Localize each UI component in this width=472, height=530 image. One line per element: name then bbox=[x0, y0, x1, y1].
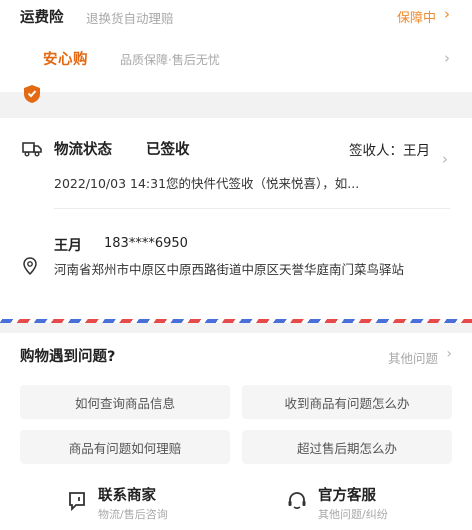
question-button[interactable]: 如何查询商品信息 bbox=[20, 385, 230, 419]
merchant-chat-icon bbox=[69, 492, 85, 512]
insurance-status: 保障中 bbox=[396, 11, 436, 26]
shield-icon bbox=[24, 85, 40, 103]
contact-merchant-button[interactable]: 联系商家 物流/售后咨询 bbox=[60, 481, 210, 525]
insurance-card: 运费险 退换货自动理赔 保障中 › 安心购 品质保障·售后无忧 › bbox=[0, 0, 472, 103]
logistics-title: 物流状态 bbox=[54, 142, 112, 158]
question-button[interactable]: 收到商品有问题怎么办 bbox=[242, 385, 452, 419]
contact-merchant-title: 联系商家 bbox=[98, 488, 156, 504]
help-card: 购物遇到问题? 其他问题 › 如何查询商品信息 收到商品有问题怎么办 商品有问题… bbox=[0, 333, 472, 530]
question-button[interactable]: 商品有问题如何理赔 bbox=[20, 430, 230, 464]
location-pin-icon bbox=[23, 257, 37, 275]
logistics-row[interactable]: 物流状态 已签收 签收人：王月 › 2022/10/03 14:31您的快件代签… bbox=[0, 118, 472, 208]
help-title: 购物遇到问题? bbox=[20, 349, 116, 365]
airmail-border bbox=[0, 319, 472, 323]
anxingou-row[interactable]: 安心购 品质保障·售后无忧 › bbox=[0, 36, 472, 103]
official-service-title: 官方客服 bbox=[318, 488, 376, 504]
receiver-label: 签收人：王月 bbox=[349, 143, 430, 159]
anxingou-description: 品质保障·售后无忧 bbox=[120, 53, 220, 67]
official-service-button[interactable]: 官方客服 其他问题/纠纷 bbox=[282, 481, 432, 525]
other-questions-link[interactable]: 其他问题 bbox=[388, 348, 438, 367]
chevron-right-icon: › bbox=[444, 5, 450, 23]
address-row[interactable]: 王月 183****6950 河南省郑州市中原区中原西路街道中原区天誉华庭南门菜… bbox=[0, 210, 472, 310]
insurance-row[interactable]: 运费险 退换货自动理赔 保障中 › bbox=[0, 0, 472, 36]
anxingou-label: 安心购 bbox=[43, 52, 88, 68]
recipient-phone: 183****6950 bbox=[104, 236, 188, 251]
logistics-detail: 2022/10/03 14:31您的快件代签收（悦来悦喜），如... bbox=[54, 176, 360, 191]
recipient-name: 王月 bbox=[54, 238, 82, 254]
chevron-right-icon: › bbox=[444, 49, 450, 67]
logistics-state: 已签收 bbox=[146, 142, 190, 158]
chevron-right-icon: › bbox=[442, 150, 448, 168]
official-service-subtitle: 其他问题/纠纷 bbox=[318, 508, 388, 521]
chevron-right-icon: › bbox=[446, 346, 452, 362]
headset-icon bbox=[288, 492, 306, 509]
insurance-description: 退换货自动理赔 bbox=[86, 11, 174, 26]
question-button[interactable]: 超过售后期怎么办 bbox=[242, 430, 452, 464]
contact-merchant-subtitle: 物流/售后咨询 bbox=[98, 508, 168, 521]
divider bbox=[54, 208, 450, 209]
logistics-card: 物流状态 已签收 签收人：王月 › 2022/10/03 14:31您的快件代签… bbox=[0, 118, 472, 323]
address-text: 河南省郑州市中原区中原西路街道中原区天誉华庭南门菜鸟驿站 bbox=[54, 262, 405, 277]
truck-icon bbox=[22, 142, 42, 157]
insurance-label: 运费险 bbox=[20, 10, 64, 26]
